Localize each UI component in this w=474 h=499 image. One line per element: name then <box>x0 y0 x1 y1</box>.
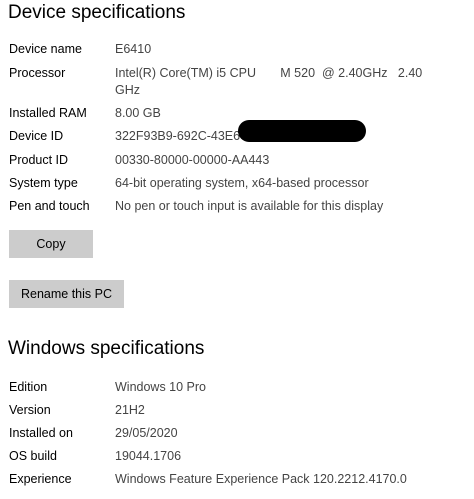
redaction-mark <box>238 120 366 142</box>
device-specifications-title: Device specifications <box>8 2 186 23</box>
spec-label: Experience <box>9 472 72 486</box>
spec-value[interactable]: 8.00 GB <box>115 105 161 122</box>
spec-value[interactable]: 00330-80000-00000-AA443 <box>115 152 269 169</box>
spec-label: Device ID <box>9 129 64 143</box>
spec-value[interactable]: 64-bit operating system, x64-based proce… <box>115 175 369 192</box>
spec-label: Installed on <box>9 426 73 440</box>
spec-value[interactable]: Windows 10 Pro <box>115 379 206 396</box>
spec-label: Product ID <box>9 153 69 167</box>
spec-label: Edition <box>9 380 48 394</box>
spec-value[interactable]: No pen or touch input is available for t… <box>115 198 383 215</box>
spec-value[interactable]: 19044.1706 <box>115 448 181 465</box>
rename-this-pc-button[interactable]: Rename this PC <box>9 280 124 308</box>
spec-label: System type <box>9 176 78 190</box>
copy-button[interactable]: Copy <box>9 230 93 258</box>
spec-value[interactable]: 29/05/2020 <box>115 425 178 442</box>
spec-label: Version <box>9 403 51 417</box>
spec-label: OS build <box>9 449 57 463</box>
spec-value[interactable]: Windows Feature Experience Pack 120.2212… <box>115 471 407 488</box>
spec-label: Installed RAM <box>9 106 87 120</box>
spec-value[interactable]: E6410 <box>115 41 151 58</box>
spec-label: Processor <box>9 66 66 80</box>
spec-value[interactable]: 322F93B9-692C-43E6- <box>115 128 244 145</box>
spec-label: Pen and touch <box>9 199 90 213</box>
windows-specifications-title: Windows specifications <box>8 338 205 359</box>
spec-label: Device name <box>9 42 82 56</box>
spec-value[interactable]: 21H2 <box>115 402 145 419</box>
spec-value[interactable]: Intel(R) Core(TM) i5 CPU M 520 @ 2.40GHz… <box>115 65 425 99</box>
